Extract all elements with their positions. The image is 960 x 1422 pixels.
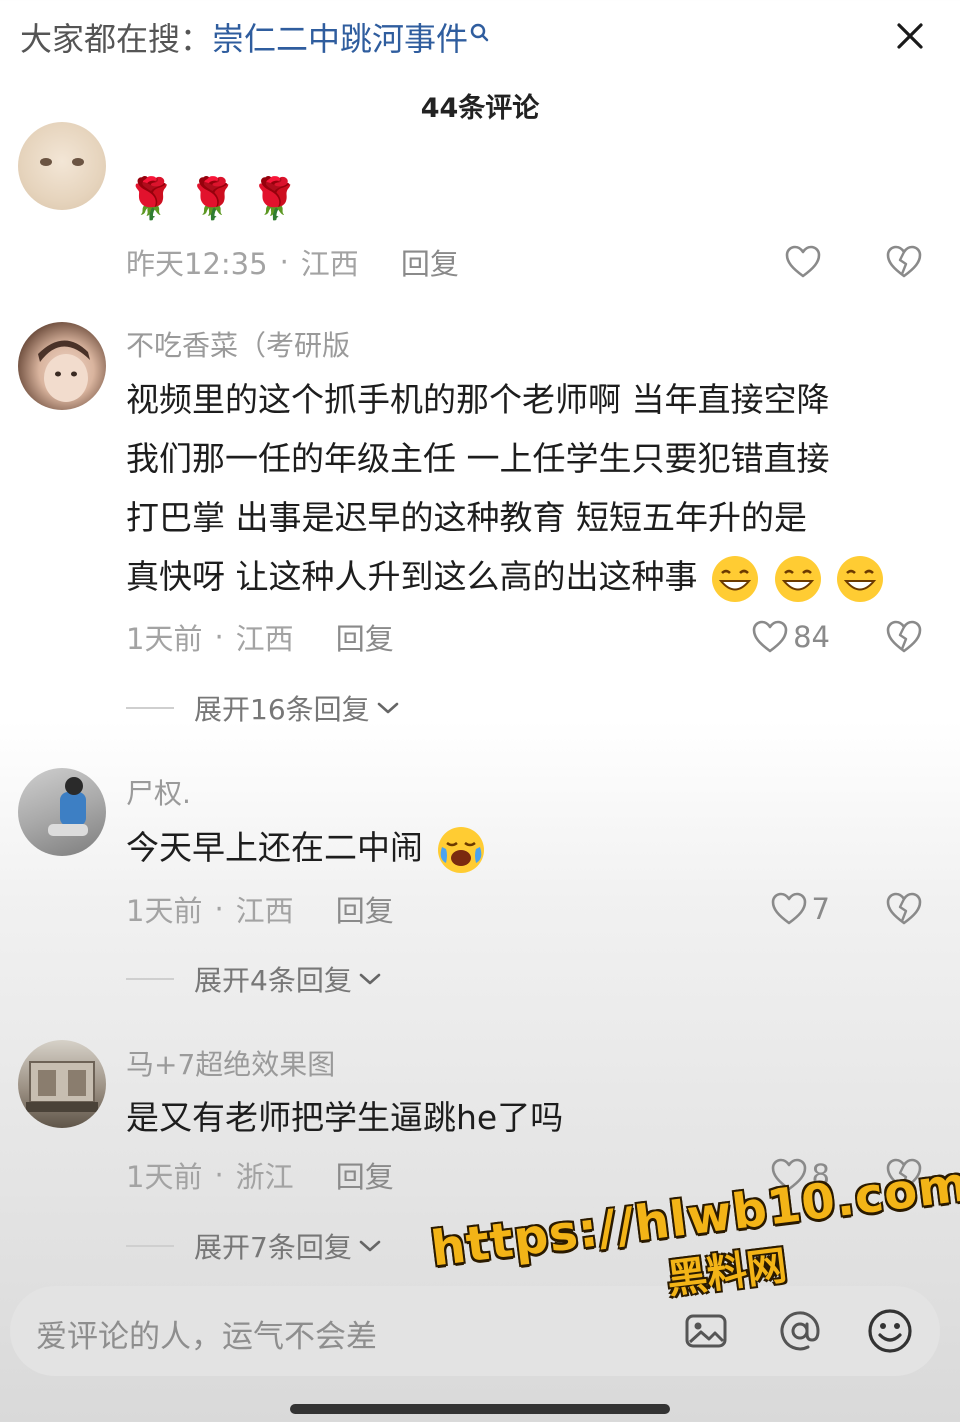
emoji-button[interactable] xyxy=(864,1305,916,1357)
close-button[interactable] xyxy=(890,16,930,56)
heart-outline-icon xyxy=(752,620,788,653)
expand-replies-button[interactable]: 展开16条回复 xyxy=(126,688,400,728)
comment-content: 今天早上还在二中闹 xyxy=(126,818,936,877)
search-icon xyxy=(470,17,490,42)
comment-input[interactable]: 爱评论的人，运气不会差 xyxy=(10,1286,940,1376)
like-button[interactable] xyxy=(784,242,826,282)
comment-content: 是又有老师把学生逼跳he了吗 xyxy=(126,1088,936,1147)
rose-emoji: 🌹🌹🌹 xyxy=(126,176,312,222)
comment-username[interactable]: 不吃香菜（考研版 xyxy=(126,324,350,364)
comment-location: 江西 xyxy=(300,247,359,281)
comment-time: 1天前 xyxy=(126,1160,203,1194)
comment-location: 江西 xyxy=(235,894,294,928)
dislike-button[interactable] xyxy=(884,1155,924,1195)
at-sign-icon xyxy=(780,1311,820,1351)
like-count: 84 xyxy=(793,620,830,654)
comment-location: 浙江 xyxy=(235,1160,294,1194)
avatar[interactable] xyxy=(18,122,106,210)
comment-meta: 1天前 · 浙江 回复 xyxy=(126,1155,394,1195)
like-count: 7 xyxy=(811,892,830,926)
avatar[interactable] xyxy=(18,322,106,410)
like-count: 8 xyxy=(811,1158,830,1192)
comment-meta: 昨天12:35 · 江西 回复 xyxy=(126,242,459,282)
meta-separator: · xyxy=(214,892,224,926)
meta-separator: · xyxy=(279,245,289,279)
chevron-down-icon xyxy=(377,702,398,714)
expand-replies-label: 展开4条回复 xyxy=(194,964,352,997)
expand-replies-label: 展开7条回复 xyxy=(194,1231,352,1264)
expand-replies-button[interactable]: 展开7条回复 xyxy=(126,1226,382,1266)
comment-line: 真快呀 让这种人升到这么高的出这种事 xyxy=(126,557,698,596)
comment-line-last: 真快呀 让这种人升到这么高的出这种事 xyxy=(126,547,936,606)
dislike-button[interactable] xyxy=(884,889,924,929)
meta-separator: · xyxy=(214,1158,224,1192)
expand-replies-button[interactable]: 展开4条回复 xyxy=(126,959,382,999)
comment-line: 打巴掌 出事是迟早的这种教育 短短五年升的是 xyxy=(126,498,807,537)
comment-input-placeholder: 爱评论的人，运气不会差 xyxy=(36,1319,377,1355)
crying-laughing-emoji xyxy=(437,826,484,873)
expand-divider xyxy=(126,707,174,709)
comment-meta: 1天前 · 江西 回复 xyxy=(126,617,394,657)
heart-outline-icon xyxy=(771,892,806,925)
broken-heart-icon xyxy=(886,245,922,278)
close-icon xyxy=(897,23,923,49)
comment-text: 今天早上还在二中闹 xyxy=(126,828,423,867)
grinning-sweat-emoji xyxy=(712,555,758,602)
broken-heart-icon xyxy=(886,892,922,925)
heart-outline-icon xyxy=(771,1158,806,1191)
comment-username[interactable]: 尸权. xyxy=(126,772,191,812)
avatar[interactable] xyxy=(18,768,106,856)
comment-count-title: 44条评论 xyxy=(420,93,540,124)
comment-time: 1天前 xyxy=(126,894,203,928)
comment-content: 视频里的这个抓手机的那个老师啊 当年直接空降 我们那一任的年级主任 一上任学生只… xyxy=(126,370,936,606)
search-suggestion-query[interactable]: 崇仁二中跳河事件 xyxy=(212,14,468,60)
broken-heart-icon xyxy=(886,1158,922,1191)
expand-replies-label: 展开16条回复 xyxy=(194,693,370,726)
chevron-down-icon xyxy=(359,1240,381,1252)
watermark-url: https://hlwb10.com xyxy=(428,1156,960,1278)
grinning-sweat-emoji xyxy=(774,555,821,602)
reply-button[interactable]: 回复 xyxy=(336,616,394,658)
comment-time: 1天前 xyxy=(126,622,203,656)
comment-time: 昨天12:35 xyxy=(126,247,268,281)
dislike-button[interactable] xyxy=(884,617,924,657)
meta-separator: · xyxy=(214,620,224,654)
comment-content: 🌹🌹🌹 xyxy=(126,170,936,230)
avatar[interactable] xyxy=(18,1040,106,1128)
reply-button[interactable]: 回复 xyxy=(336,888,394,930)
expand-divider xyxy=(126,1245,174,1247)
chevron-down-icon xyxy=(359,973,381,985)
like-button[interactable]: 7 xyxy=(770,889,830,929)
comment-location: 江西 xyxy=(235,622,294,656)
dislike-button[interactable] xyxy=(884,242,924,282)
grinning-sweat-emoji xyxy=(837,555,883,602)
heart-outline-icon xyxy=(785,245,821,278)
reply-button[interactable]: 回复 xyxy=(401,241,459,283)
reply-button[interactable]: 回复 xyxy=(336,1154,394,1196)
comment-line: 视频里的这个抓手机的那个老师啊 当年直接空降 xyxy=(126,380,830,419)
mention-button[interactable] xyxy=(774,1305,826,1357)
image-icon xyxy=(685,1314,727,1348)
like-button[interactable]: 8 xyxy=(770,1155,830,1195)
search-suggestion[interactable]: 大家都在搜： 崇仁二中跳河事件 xyxy=(20,14,490,60)
image-button[interactable] xyxy=(680,1305,732,1357)
comment-meta: 1天前 · 江西 回复 xyxy=(126,889,394,929)
comment-text: 是又有老师把学生逼跳he了吗 xyxy=(126,1098,564,1137)
broken-heart-icon xyxy=(886,620,922,653)
expand-divider xyxy=(126,978,174,980)
search-suggestion-prefix: 大家都在搜： xyxy=(20,20,213,58)
comment-username[interactable]: 马+7超绝效果图 xyxy=(126,1043,335,1083)
smiley-icon xyxy=(868,1309,912,1353)
comment-line: 我们那一任的年级主任 一上任学生只要犯错直接 xyxy=(126,439,830,478)
home-indicator[interactable] xyxy=(290,1404,670,1414)
like-button[interactable]: 84 xyxy=(751,617,830,657)
